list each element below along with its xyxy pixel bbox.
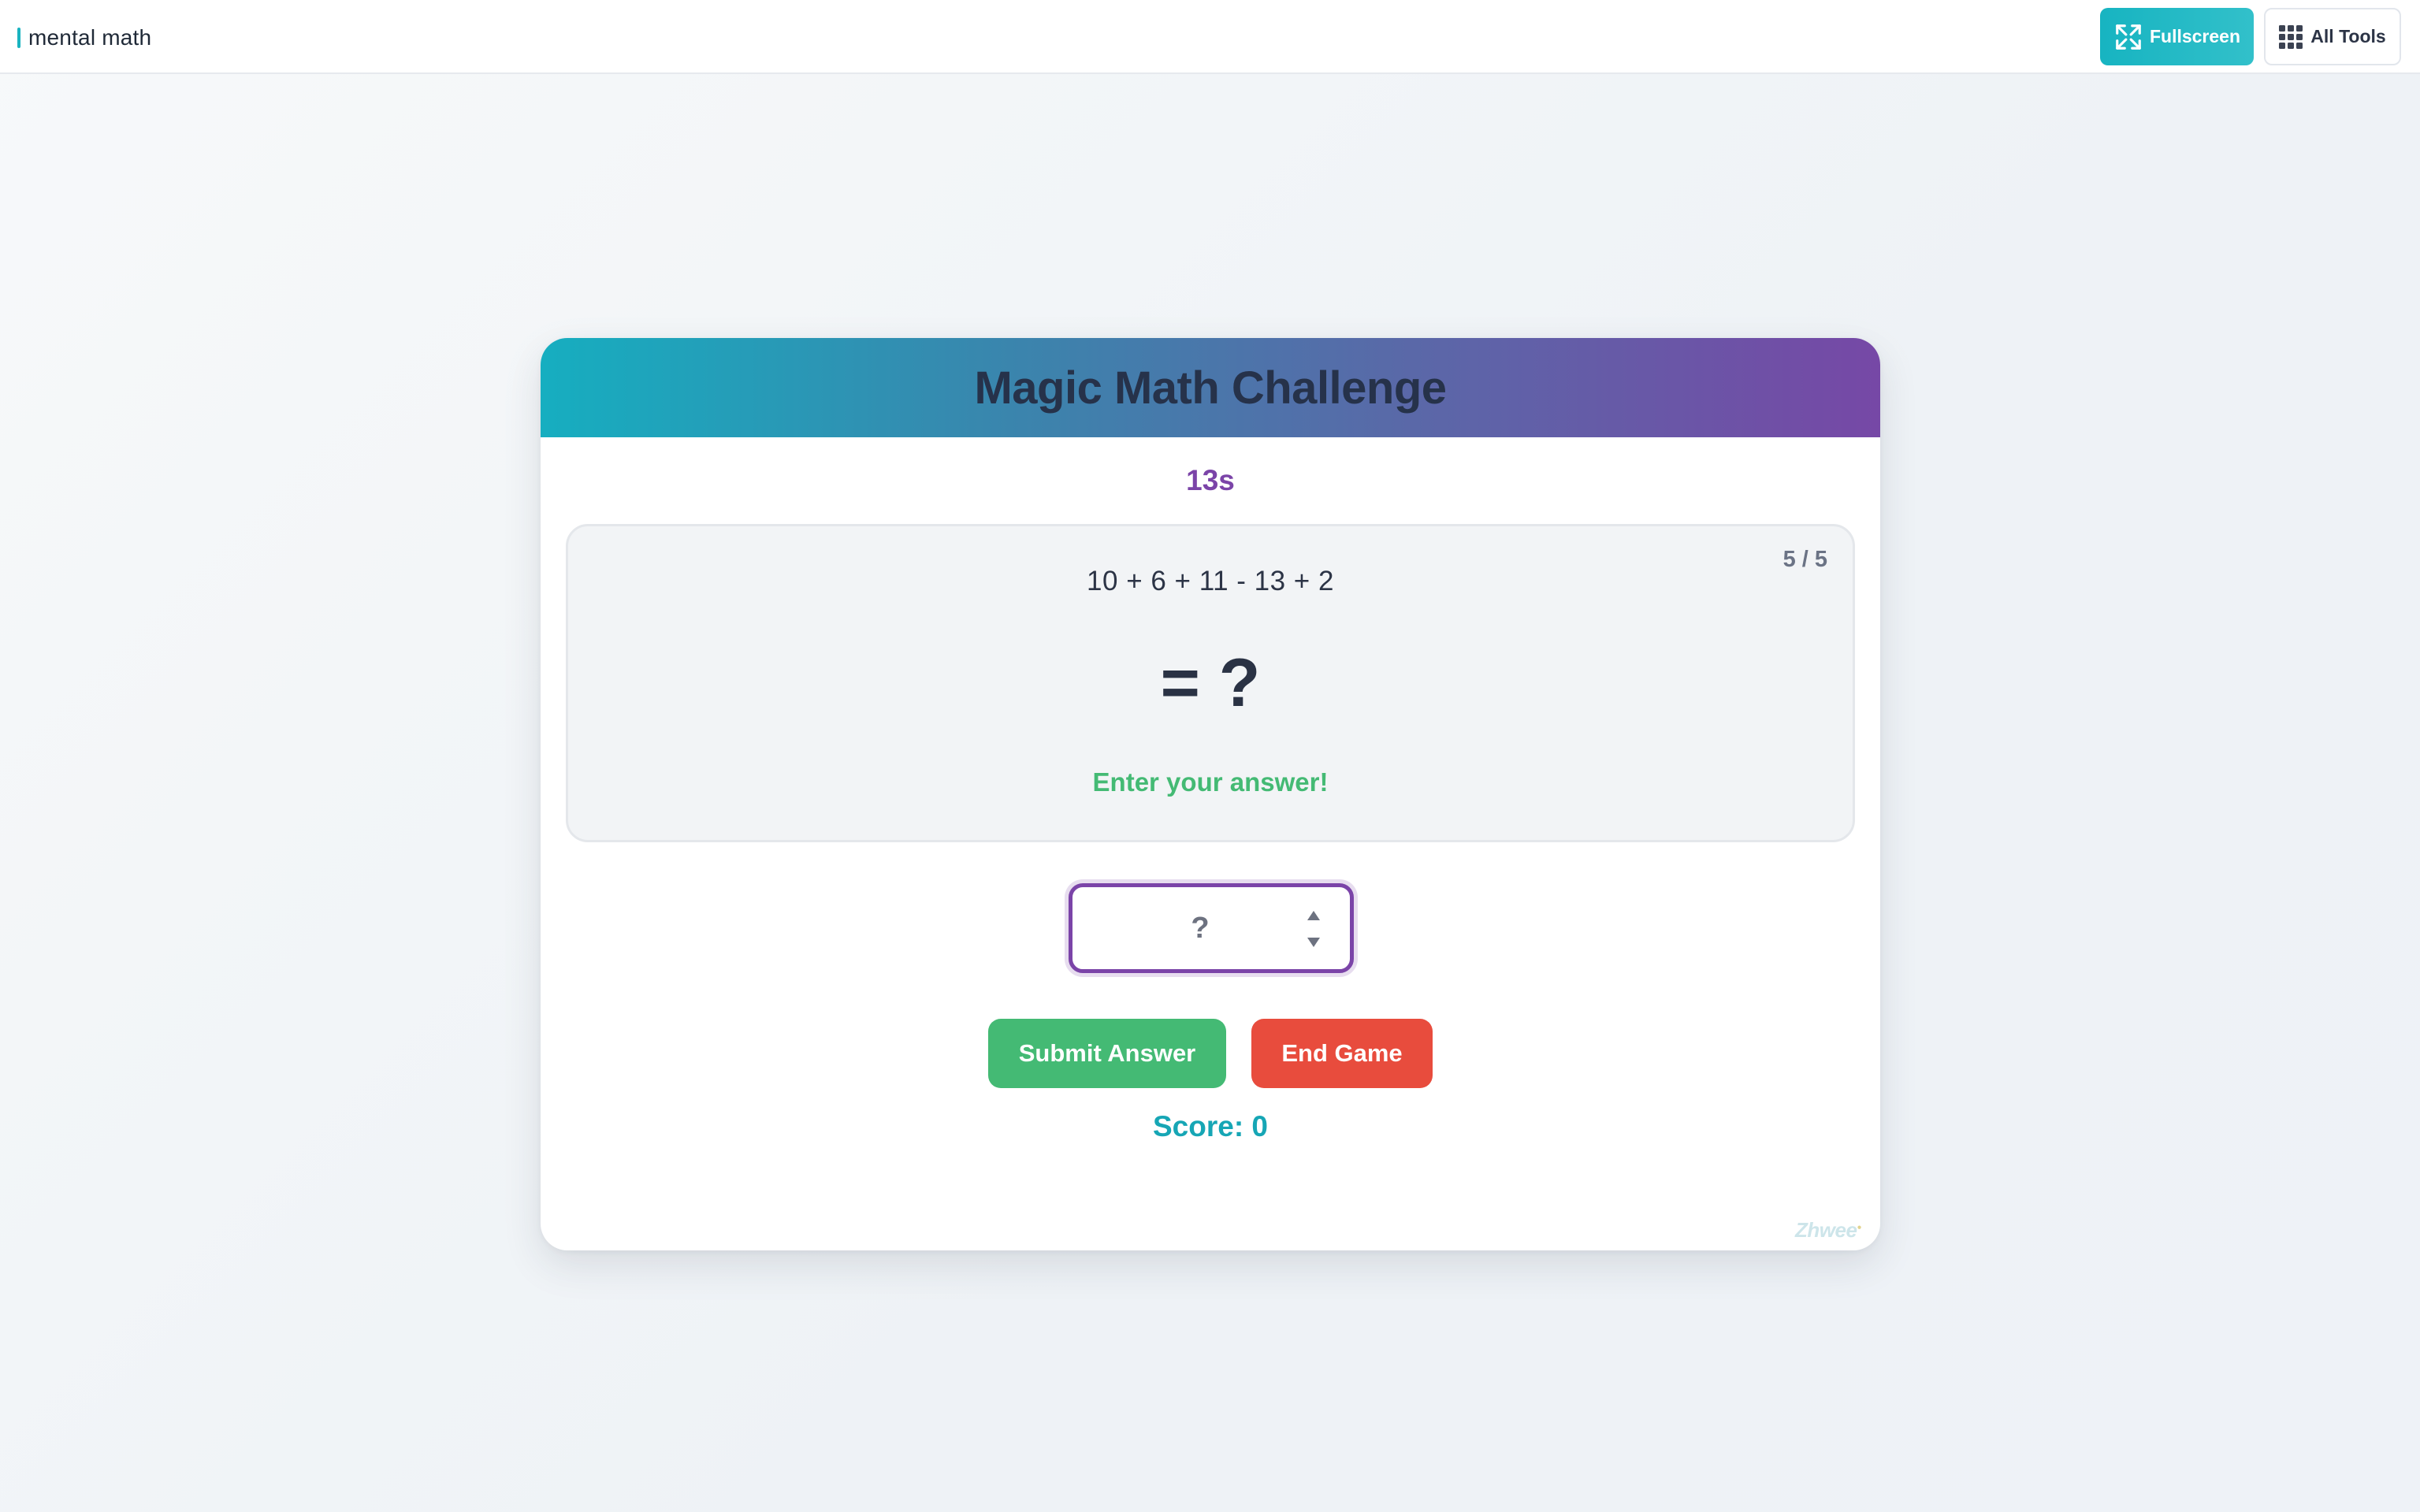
answer-field-wrapper xyxy=(1069,883,1354,973)
stepper-up-icon[interactable] xyxy=(1307,911,1320,920)
top-bar: mental math Fullscreen All Tools xyxy=(0,0,2420,74)
expand-arrows-icon xyxy=(2116,24,2141,50)
brand-accent-bar xyxy=(17,28,20,48)
submit-answer-button[interactable]: Submit Answer xyxy=(988,1019,1226,1088)
brand-title: mental math xyxy=(28,25,152,50)
watermark-text: Zhwee xyxy=(1795,1218,1857,1242)
all-tools-button[interactable]: All Tools xyxy=(2264,8,2401,65)
equals-question: = ? xyxy=(1160,645,1261,721)
fullscreen-button[interactable]: Fullscreen xyxy=(2100,8,2254,65)
game-card: Magic Math Challenge 13s 5 / 5 10 + 6 + … xyxy=(541,338,1880,1250)
watermark-sup: ● xyxy=(1857,1223,1861,1232)
score-display: Score: 0 xyxy=(1152,1110,1268,1142)
timer: 13s xyxy=(1186,464,1235,496)
stepper-down-icon[interactable] xyxy=(1307,938,1320,947)
feedback-message: Enter your answer! xyxy=(1092,767,1329,797)
game-title: Magic Math Challenge xyxy=(974,362,1447,414)
card-header: Magic Math Challenge xyxy=(541,338,1880,437)
math-expression: 10 + 6 + 11 - 13 + 2 xyxy=(1087,566,1334,596)
all-tools-label: All Tools xyxy=(2310,26,2386,46)
watermark-logo: Zhwee● xyxy=(1795,1218,1861,1243)
fullscreen-label: Fullscreen xyxy=(2149,26,2241,46)
grid-icon xyxy=(2279,24,2303,49)
end-game-button[interactable]: End Game xyxy=(1251,1019,1433,1088)
brand[interactable]: mental math xyxy=(17,22,151,54)
question-panel: 5 / 5 10 + 6 + 11 - 13 + 2 = ? Enter you… xyxy=(566,524,1855,842)
number-stepper[interactable] xyxy=(1306,908,1322,950)
